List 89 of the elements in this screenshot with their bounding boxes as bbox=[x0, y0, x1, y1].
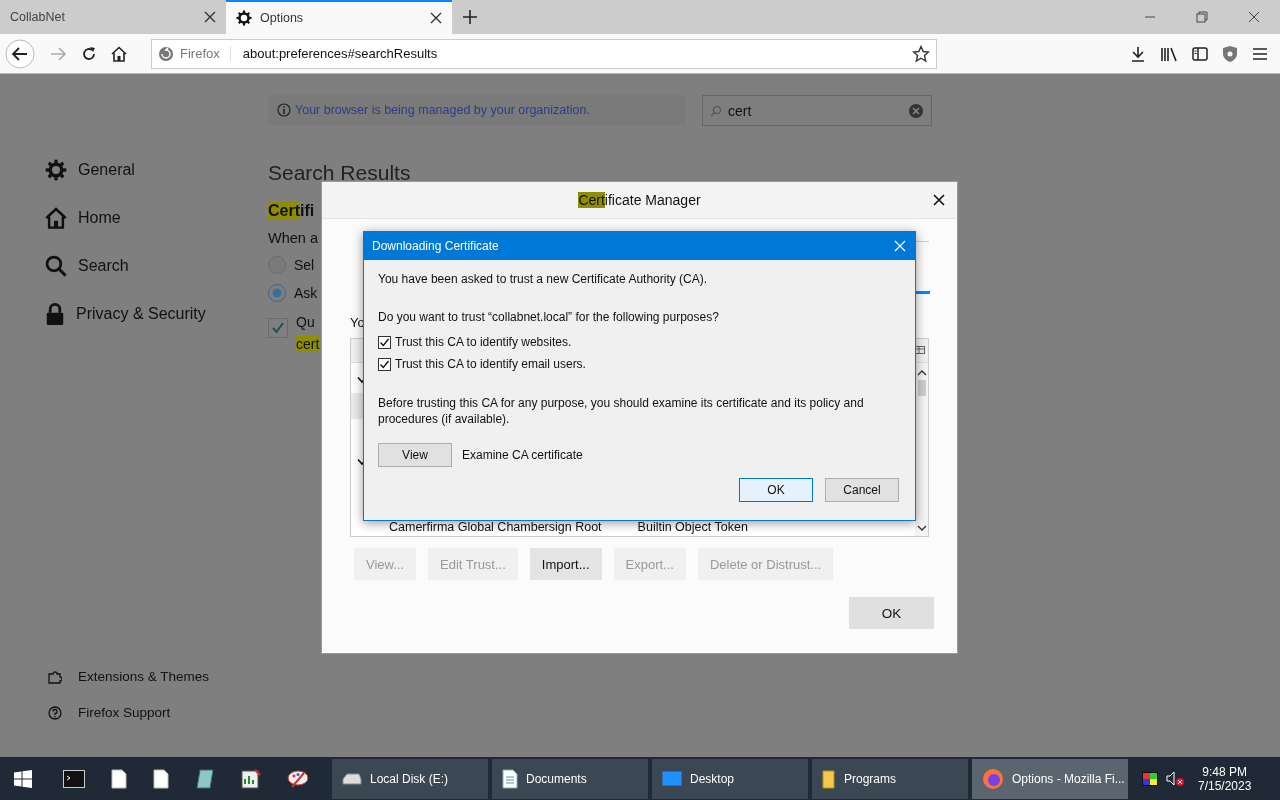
option-label[interactable]: Qu bbox=[296, 314, 315, 330]
scroll-up-icon[interactable] bbox=[916, 369, 927, 377]
nav-item[interactable]: Privacy & Security bbox=[45, 301, 268, 327]
view-button[interactable]: View bbox=[378, 443, 452, 467]
close-icon[interactable] bbox=[204, 11, 216, 23]
ok-button[interactable]: OK bbox=[849, 597, 934, 629]
dialog-button[interactable]: Import... bbox=[529, 548, 602, 580]
search-icon bbox=[45, 255, 67, 277]
sidebar-icon[interactable] bbox=[1192, 46, 1208, 61]
cancel-button[interactable]: Cancel bbox=[825, 478, 899, 502]
scroll-down-icon[interactable] bbox=[916, 524, 927, 532]
library-icon[interactable] bbox=[1160, 45, 1178, 62]
close-icon[interactable] bbox=[1248, 11, 1260, 23]
clear-icon[interactable] bbox=[908, 102, 924, 119]
column-picker-icon[interactable] bbox=[915, 345, 926, 356]
advice-text: Before trusting this CA for any purpose, you should examine its certificate and its policy and procedures (if available). bbox=[378, 395, 865, 427]
terminal-icon[interactable] bbox=[63, 769, 85, 788]
checkbox-label[interactable]: Trust this CA to identify websites. bbox=[395, 335, 572, 349]
search-icon bbox=[710, 104, 722, 117]
folder-icon bbox=[822, 768, 836, 789]
shield-icon[interactable] bbox=[1222, 44, 1238, 63]
url-text: about:preferences#searchResults bbox=[241, 46, 439, 61]
home-icon[interactable] bbox=[111, 45, 127, 62]
option-label[interactable]: Sel bbox=[294, 257, 315, 273]
identity-label: Firefox bbox=[180, 46, 231, 61]
taskbar-button[interactable]: Options - Mozilla Fi... bbox=[972, 758, 1128, 799]
address-bar[interactable]: Firefox about:preferences#searchResults bbox=[151, 38, 937, 69]
checkbox[interactable] bbox=[378, 357, 391, 371]
menu-icon[interactable] bbox=[1252, 46, 1268, 61]
chart-icon[interactable] bbox=[241, 768, 261, 789]
reload-icon[interactable] bbox=[81, 45, 97, 62]
search-field[interactable]: cert bbox=[702, 95, 932, 126]
clock-time[interactable]: 9:48 PM bbox=[1202, 764, 1248, 779]
palette-icon[interactable] bbox=[287, 768, 309, 789]
option-label[interactable]: Ask bbox=[294, 285, 318, 301]
puzzle-icon bbox=[48, 669, 62, 684]
document-icon[interactable] bbox=[153, 768, 169, 789]
taskbar-button[interactable]: Documents bbox=[492, 758, 648, 799]
close-icon[interactable] bbox=[430, 12, 442, 24]
speaker-muted-icon[interactable] bbox=[1166, 770, 1184, 787]
document-icon bbox=[502, 768, 518, 789]
gear-icon bbox=[45, 159, 67, 181]
back-icon[interactable] bbox=[5, 38, 35, 69]
download-icon[interactable] bbox=[1130, 45, 1146, 62]
taskbar-button[interactable]: Local Disk (E:) bbox=[332, 758, 488, 799]
browser-logo-icon bbox=[982, 767, 1004, 790]
taskbar-button[interactable]: Desktop bbox=[652, 758, 808, 799]
browser-logo-icon bbox=[158, 45, 174, 62]
nav-item[interactable]: Home bbox=[45, 205, 268, 231]
section-description: When a bbox=[268, 230, 318, 246]
ok-button[interactable]: OK bbox=[739, 478, 813, 502]
view-description: Examine CA certificate bbox=[462, 448, 583, 462]
question-text: Do you want to trust “collabnet.local” for the following purposes? bbox=[378, 310, 720, 324]
browser-tab[interactable]: Options bbox=[226, 0, 452, 34]
radio-button[interactable] bbox=[268, 284, 286, 302]
taskbar-button[interactable]: Programs bbox=[812, 758, 968, 799]
nav-item[interactable]: Search bbox=[45, 253, 268, 279]
policy-notice: Your browser is being managed by your organization. bbox=[268, 95, 685, 125]
info-icon bbox=[277, 103, 291, 117]
drive-icon bbox=[342, 772, 362, 785]
restore-icon[interactable] bbox=[1196, 11, 1208, 23]
scroll-thumb[interactable] bbox=[917, 380, 926, 396]
help-icon bbox=[48, 705, 62, 720]
checkbox-label[interactable]: Trust this CA to identify email users. bbox=[395, 357, 586, 371]
color-display-icon[interactable] bbox=[1142, 771, 1158, 786]
dialog-title: Downloading Certificate bbox=[372, 239, 499, 253]
gear-icon bbox=[236, 10, 252, 26]
footer-link[interactable]: Extensions & Themes bbox=[45, 669, 268, 684]
token-name: Builtin Object Token bbox=[637, 520, 748, 536]
start-icon[interactable] bbox=[14, 769, 32, 788]
certificate-name[interactable]: Camerfirma Global Chambersign Root bbox=[389, 520, 602, 536]
monitor-icon bbox=[662, 770, 682, 787]
lock-icon bbox=[45, 303, 65, 325]
home-icon bbox=[45, 207, 67, 229]
page-heading: Search Results bbox=[268, 161, 411, 185]
browser-tab[interactable]: CollabNet bbox=[0, 0, 226, 34]
star-icon[interactable] bbox=[912, 44, 930, 63]
checkmark-icon bbox=[270, 320, 286, 336]
close-icon[interactable] bbox=[933, 194, 945, 206]
section-title: Certifi bbox=[268, 202, 315, 220]
message-text: You have been asked to trust a new Certificate Authority (CA). bbox=[378, 272, 709, 286]
document-icon[interactable] bbox=[111, 768, 127, 789]
footer-link[interactable]: Firefox Support bbox=[45, 705, 268, 720]
checkbox[interactable] bbox=[378, 335, 391, 349]
clock-date[interactable]: 7/15/2023 bbox=[1198, 778, 1252, 793]
notebook-icon[interactable] bbox=[195, 768, 215, 789]
checkbox[interactable] bbox=[268, 318, 288, 338]
plus-icon[interactable] bbox=[462, 9, 478, 25]
nav-item[interactable]: General bbox=[45, 157, 268, 183]
